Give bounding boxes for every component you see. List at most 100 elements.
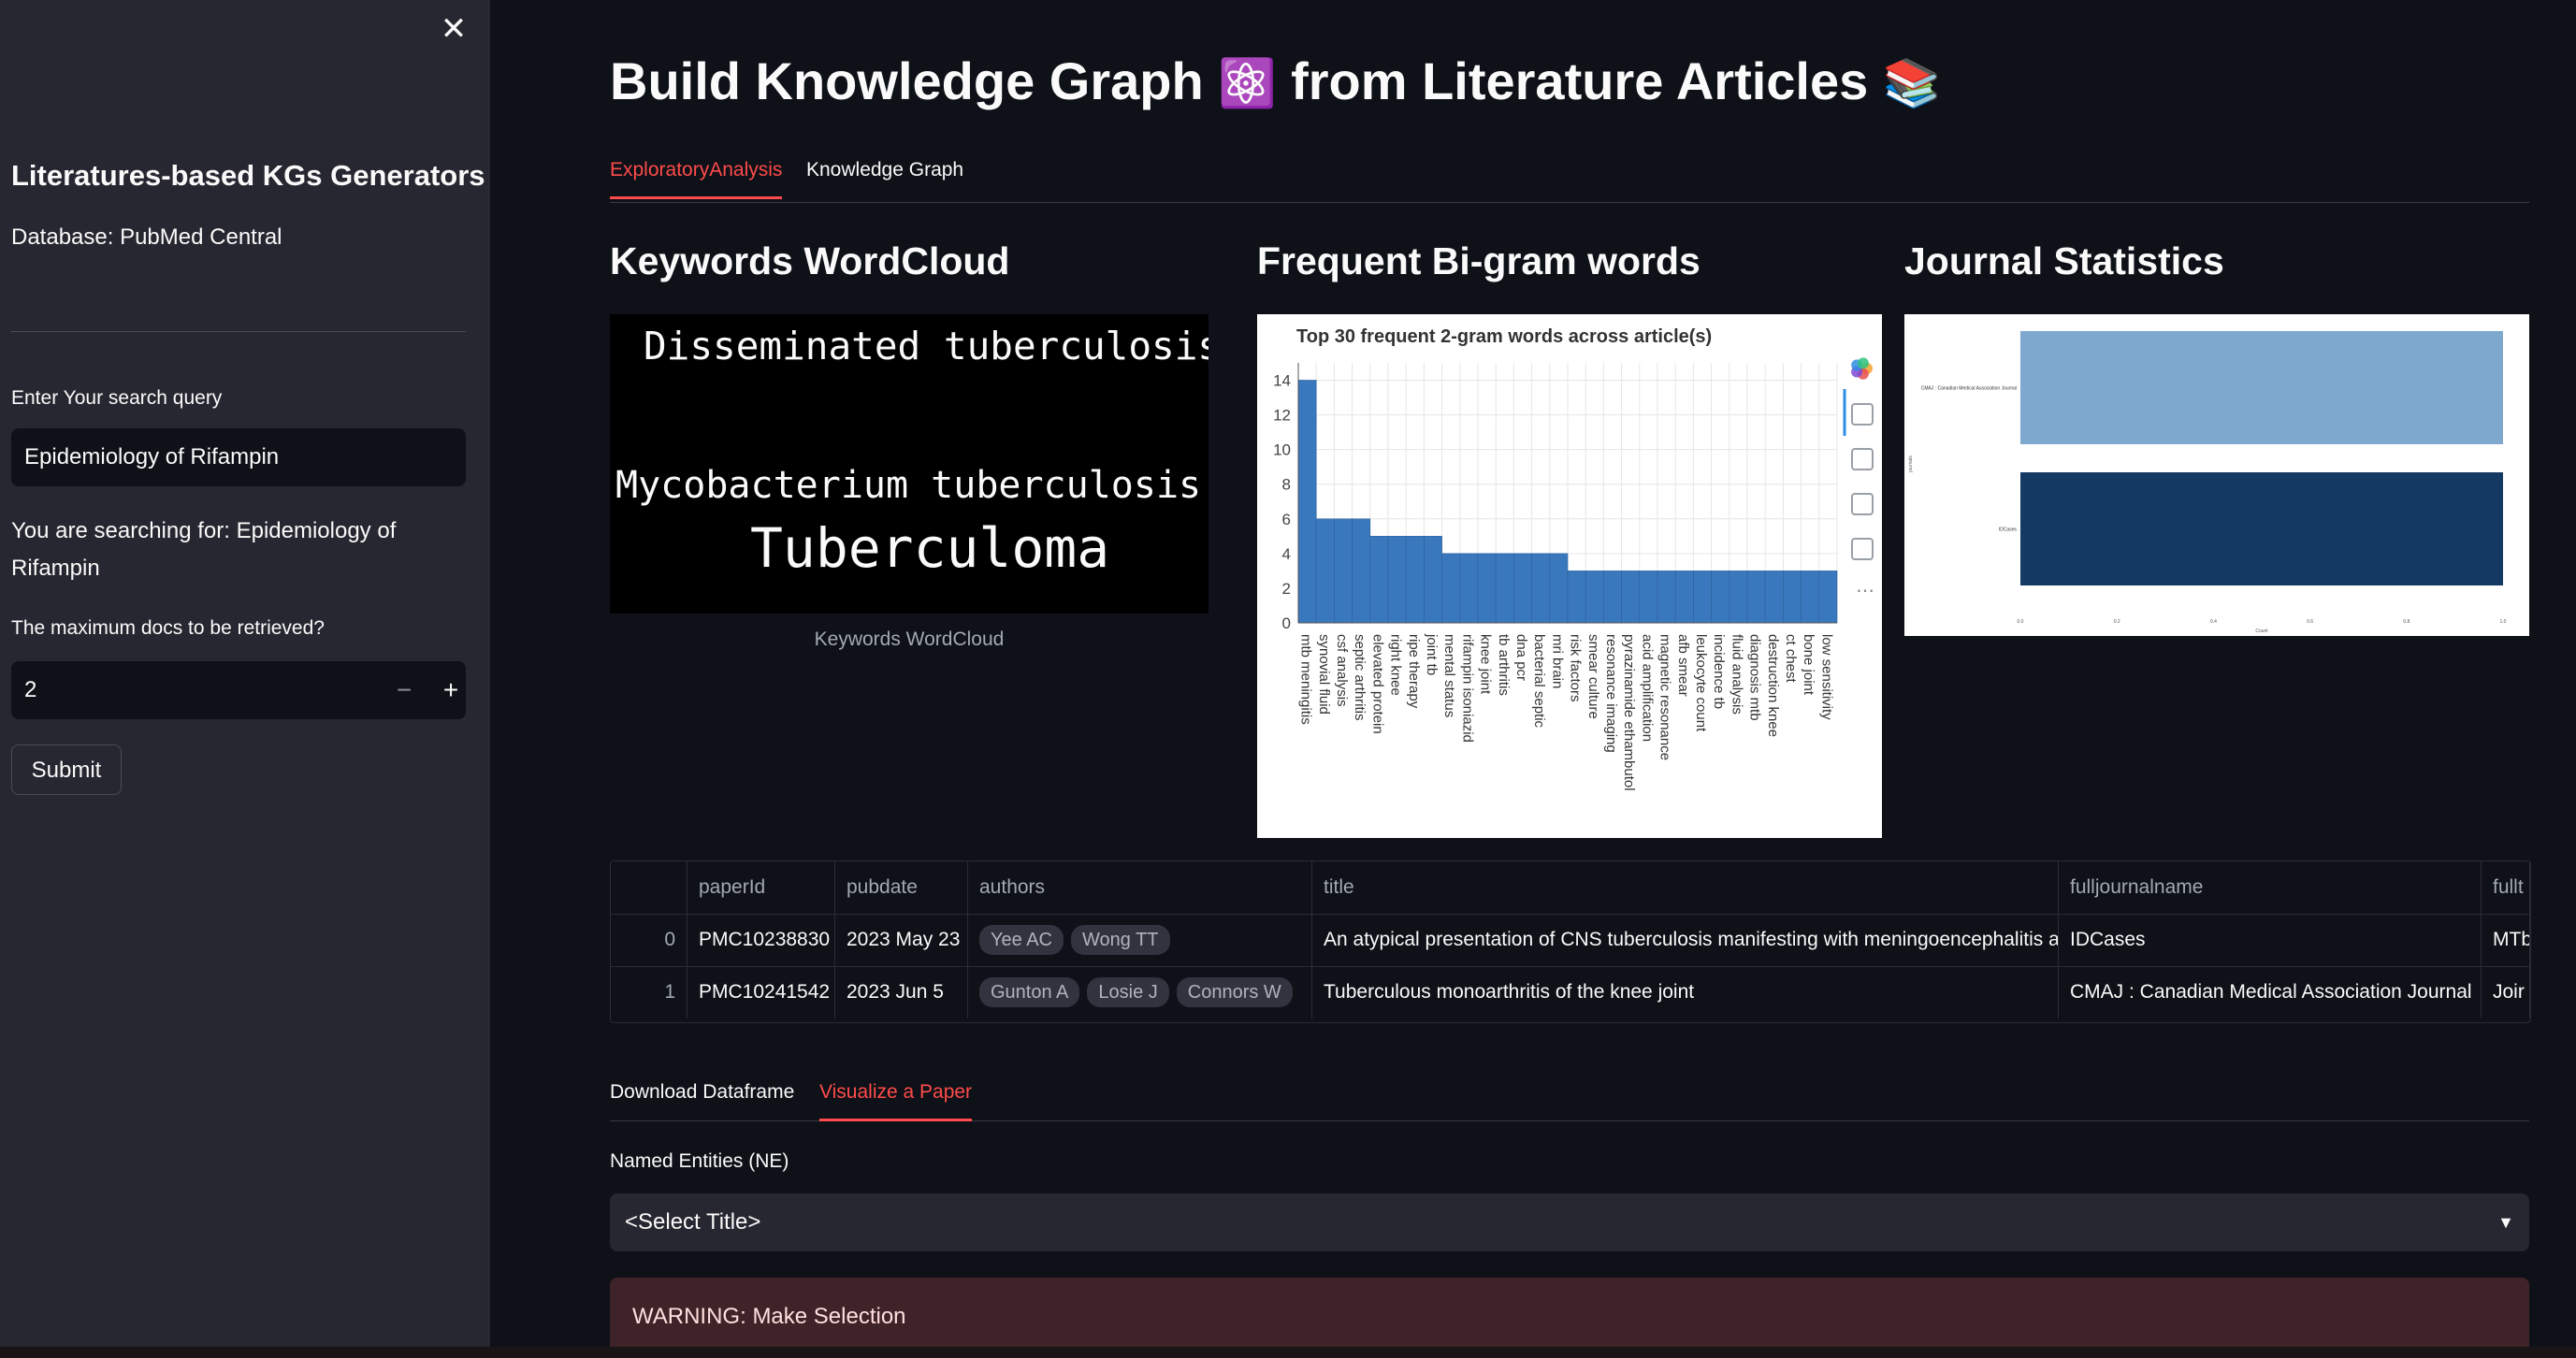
cell-paperid[interactable]: PMC10241542 <box>687 966 835 1018</box>
page-title: Build Knowledge Graph ⚛️ from Literature… <box>610 51 1941 111</box>
cell-authors[interactable]: Gunton A Losie J Connors W <box>968 966 1312 1018</box>
author-chip: Yee AC <box>979 925 1064 955</box>
author-chip: Gunton A <box>979 977 1080 1007</box>
bigram-heading: Frequent Bi-gram words <box>1257 239 1700 282</box>
row-index: 0 <box>611 914 687 966</box>
bar <box>1567 571 1586 624</box>
x-tick-label: joint tb <box>1424 633 1440 675</box>
cell-fulltext[interactable]: Joir <box>2482 966 2530 1018</box>
y-tick-label: 2 <box>1282 580 1291 598</box>
x-tick-label: bacterial septic <box>1531 634 1547 729</box>
logo-dot <box>1857 357 1869 369</box>
x-tick-label: 0.4 <box>2210 619 2217 625</box>
bar <box>1674 571 1694 624</box>
y-tick-label: CMAJ : Canadian Medical Association Jour… <box>1921 386 2017 392</box>
decrement-button[interactable]: − <box>385 661 423 719</box>
table-header-title[interactable]: title <box>1312 861 2059 914</box>
x-tick-label: knee joint <box>1478 634 1494 695</box>
table-row[interactable]: 1 PMC10241542 2023 Jun 5 Gunton A Losie J… <box>611 966 2530 1018</box>
x-tick-label: magnetic resonance <box>1657 634 1673 760</box>
table-header-pubdate[interactable]: pubdate <box>835 861 968 914</box>
max-docs-value[interactable]: 2 <box>24 661 36 719</box>
bokeh-logo-icon <box>1851 357 1873 380</box>
tab-download-dataframe[interactable]: Download Dataframe <box>610 1081 794 1119</box>
x-tick-label: tb arthritis <box>1496 634 1512 696</box>
bar <box>1711 571 1730 624</box>
cell-journal[interactable]: CMAJ : Canadian Medical Association Jour… <box>2059 966 2482 1018</box>
papers-table[interactable]: paperId pubdate authors title fulljourna… <box>610 860 2531 1023</box>
x-tick-label: 0.8 <box>2403 619 2410 625</box>
author-chip: Connors W <box>1176 977 1293 1007</box>
bar <box>1352 518 1371 624</box>
bar <box>1369 536 1389 624</box>
x-tick-label: septic arthritis <box>1352 634 1368 721</box>
chevron-down-icon[interactable]: ▼ <box>2497 1193 2514 1251</box>
x-tick-label: ct chest <box>1783 634 1799 684</box>
bar <box>1657 571 1676 624</box>
wordcloud-word: Mycobacterium tuberculosis <box>615 464 1202 507</box>
bigram-chart: Top 30 frequent 2-gram words across arti… <box>1257 314 1882 838</box>
bar <box>1477 553 1497 624</box>
x-tick-label: fluid analysis <box>1729 634 1744 715</box>
submit-button[interactable]: Submit <box>11 744 122 795</box>
table-row[interactable]: 0 PMC10238830 2023 May 23 Yee AC Wong TT … <box>611 914 2530 967</box>
bar <box>1297 380 1317 624</box>
table-header-index[interactable] <box>611 861 687 914</box>
cell-paperid[interactable]: PMC10238830 <box>687 914 835 966</box>
bar <box>1387 536 1407 624</box>
cell-journal[interactable]: IDCases <box>2059 914 2482 966</box>
y-tick-label: 8 <box>1282 476 1291 494</box>
tab-knowledge-graph[interactable]: Knowledge Graph <box>806 159 963 196</box>
row-index: 1 <box>611 966 687 1018</box>
x-tick-label: pyrazinamide ethambutol <box>1621 634 1637 791</box>
bar <box>1495 553 1514 624</box>
x-tick-label: smear culture <box>1585 634 1601 719</box>
cell-title[interactable]: An atypical presentation of CNS tubercul… <box>1312 914 2059 966</box>
y-tick-label: 10 <box>1273 441 1291 459</box>
x-tick-label: 1.0 <box>2500 619 2507 625</box>
cell-title[interactable]: Tuberculous monoarthritis of the knee jo… <box>1312 966 2059 1018</box>
sidebar-divider <box>11 331 466 332</box>
x-tick-label: mri brain <box>1549 634 1565 688</box>
close-icon[interactable]: ✕ <box>438 13 470 45</box>
x-tick-label: mtb meningitis <box>1298 634 1314 725</box>
tab-visualize-paper[interactable]: Visualize a Paper <box>819 1081 973 1121</box>
searching-for-text: You are searching for: Epidemiology of R… <box>11 518 397 581</box>
x-tick-label: csf analysis <box>1334 634 1350 707</box>
bar <box>2020 472 2503 585</box>
bar <box>1603 571 1622 624</box>
table-header-journal[interactable]: fulljournalname <box>2059 861 2482 914</box>
bar <box>1441 553 1461 624</box>
box-zoom-icon <box>1851 448 1874 470</box>
title-select[interactable]: <Select Title> ▼ <box>610 1193 2529 1251</box>
table-header-authors[interactable]: authors <box>968 861 1312 914</box>
cell-authors[interactable]: Yee AC Wong TT <box>968 914 1312 966</box>
bar <box>1783 571 1802 624</box>
x-tick-label: low sensitivity <box>1818 634 1834 720</box>
cell-fulltext[interactable]: MTb <box>2482 914 2530 966</box>
x-tick-label: afb smear <box>1675 634 1691 697</box>
cell-pubdate[interactable]: 2023 Jun 5 <box>835 966 968 1018</box>
more-icon: ⋯ <box>1856 581 1874 601</box>
bar <box>1621 571 1641 624</box>
x-tick-label: right knee <box>1388 634 1404 696</box>
max-docs-stepper[interactable]: 2 − + <box>11 661 466 719</box>
title-select-value[interactable]: <Select Title> <box>625 1193 760 1251</box>
bar <box>1549 553 1569 624</box>
wordcloud-word: Tuberculoma <box>750 516 1110 580</box>
bar <box>2020 331 2503 444</box>
keywords-wordcloud: Disseminated tuberculosis Mycobacterium … <box>610 314 1208 614</box>
bar <box>1334 518 1353 624</box>
x-tick-label: ripe therapy <box>1406 634 1422 709</box>
search-query-input[interactable] <box>11 428 466 486</box>
cell-pubdate[interactable]: 2023 May 23 <box>835 914 968 966</box>
bar <box>1424 536 1442 624</box>
x-tick-label: 0.6 <box>2307 619 2313 625</box>
table-header-paperid[interactable]: paperId <box>687 861 835 914</box>
journal-heading: Journal Statistics <box>1904 239 2224 282</box>
x-tick-label: synovial fluid <box>1316 634 1332 715</box>
tab-exploratory-analysis[interactable]: ExploratoryAnalysis <box>610 159 783 199</box>
table-header-fulltext[interactable]: fullt <box>2482 861 2530 914</box>
increment-button[interactable]: + <box>432 661 470 719</box>
x-tick-label: risk factors <box>1568 634 1584 702</box>
